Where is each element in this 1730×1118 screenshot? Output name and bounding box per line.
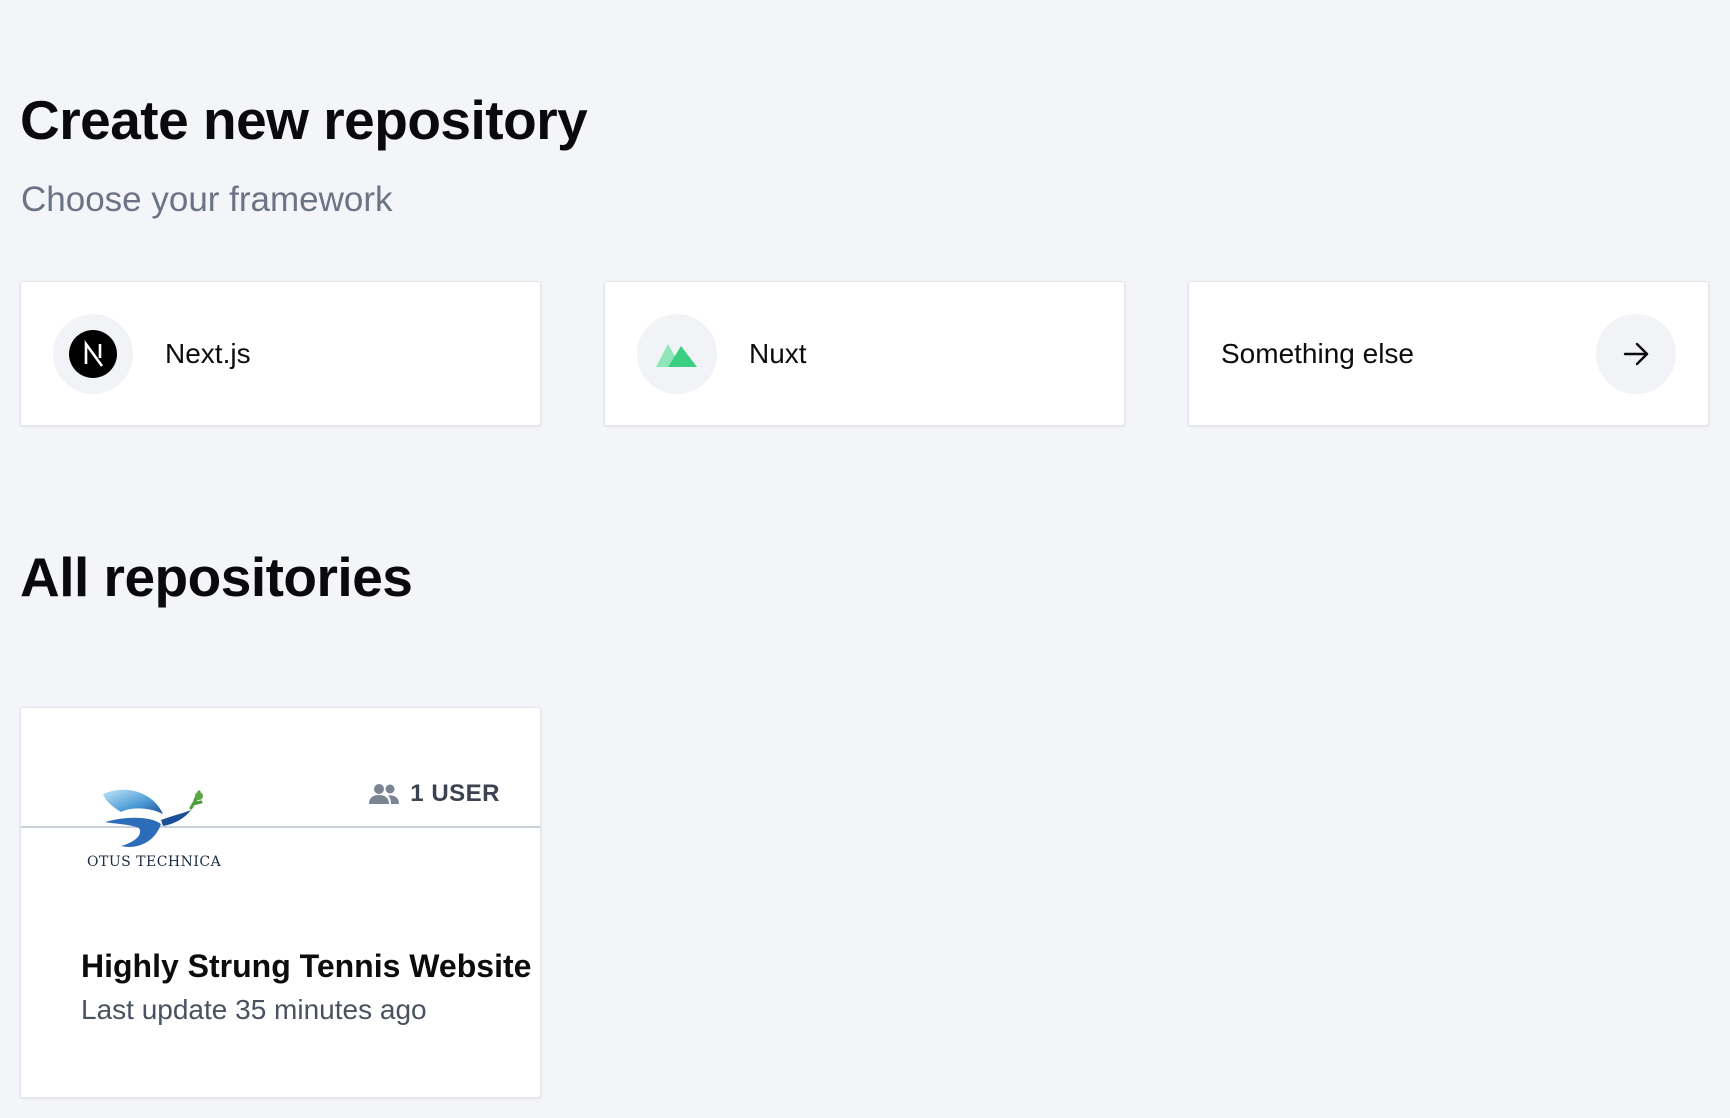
- framework-label-nextjs: Next.js: [165, 337, 251, 369]
- repo-user-count: 1 USER: [368, 780, 500, 808]
- arrow-right-icon: [1623, 342, 1649, 365]
- repository-name: Highly Strung Tennis Website: [81, 948, 532, 984]
- framework-card-nuxt[interactable]: Nuxt: [604, 281, 1125, 426]
- repository-thumbnail: OTUS TECHNICA: [81, 784, 221, 884]
- framework-card-something-else[interactable]: Something else: [1188, 281, 1709, 426]
- user-count-label: 1 USER: [410, 780, 500, 807]
- nuxt-logo-icon: [656, 343, 697, 367]
- bird-logo-icon: OTUS TECHNICA: [87, 789, 221, 870]
- arrow-button[interactable]: [1596, 313, 1676, 394]
- choose-framework-subtitle: Choose your framework: [21, 180, 393, 219]
- repository-card[interactable]: OTUS TECHNICA 1 USER Highly Strung Tenni…: [20, 707, 541, 1098]
- all-repositories-title: All repositories: [20, 546, 413, 608]
- create-repository-title: Create new repository: [20, 89, 588, 151]
- page: Create new repository Choose your framew…: [0, 0, 1730, 1118]
- repository-last-update: Last update 35 minutes ago: [81, 994, 427, 1025]
- users-icon: [369, 784, 400, 804]
- nextjs-icon-container: [53, 313, 133, 394]
- framework-label-nuxt: Nuxt: [749, 337, 807, 369]
- nextjs-logo-icon: [69, 329, 117, 378]
- framework-card-nextjs[interactable]: Next.js: [20, 281, 541, 426]
- framework-label-something-else: Something else: [1221, 337, 1415, 369]
- logo-text: OTUS TECHNICA: [87, 854, 221, 870]
- nuxt-icon-container: [637, 313, 717, 394]
